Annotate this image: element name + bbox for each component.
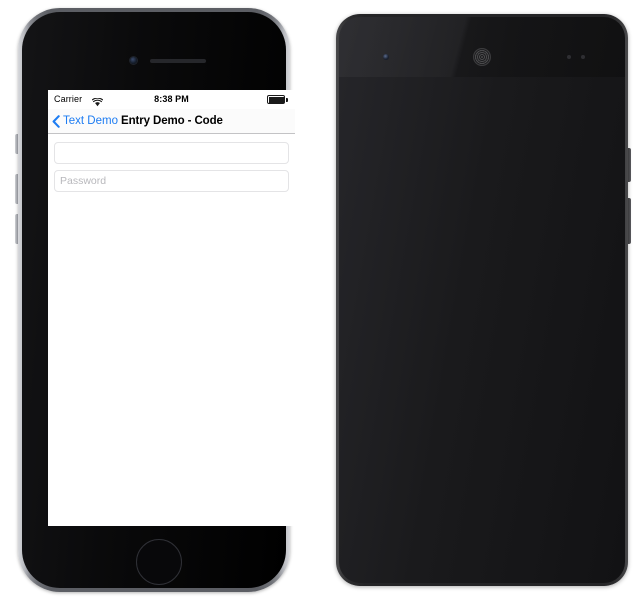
android-body — [339, 17, 625, 583]
home-button[interactable] — [136, 539, 182, 585]
android-device: 8:41 Entry Demo - Code Password — [336, 14, 631, 586]
ios-back-button[interactable]: Text Demo — [52, 109, 118, 133]
android-power-button[interactable] — [628, 148, 631, 182]
ios-content-area: Password — [48, 134, 295, 526]
ios-back-label: Text Demo — [63, 115, 118, 127]
ios-clock: 8:38 PM — [154, 94, 189, 104]
earpiece-speaker-icon — [150, 59, 206, 63]
ios-entry-field-1[interactable] — [54, 142, 289, 164]
front-camera-icon — [383, 54, 389, 60]
iphone-volume-up-button[interactable] — [15, 174, 18, 204]
battery-full-icon — [267, 95, 289, 104]
ios-screen: Carrier 8:38 PM Text Demo Entry Demo - C… — [48, 90, 295, 526]
ios-navigation-bar: Text Demo Entry Demo - Code — [48, 109, 295, 134]
android-volume-button[interactable] — [628, 198, 631, 244]
page-title: Entry Demo - Code — [121, 115, 223, 127]
iphone-device: Carrier 8:38 PM Text Demo Entry Demo - C… — [15, 8, 295, 592]
chevron-left-icon — [52, 114, 60, 128]
front-camera-icon — [130, 57, 137, 64]
iphone-silent-switch[interactable] — [15, 134, 18, 154]
ios-password-placeholder: Password — [60, 175, 107, 187]
earpiece-speaker-icon — [473, 48, 491, 66]
ios-status-bar: Carrier 8:38 PM — [48, 90, 295, 109]
ios-password-entry-field[interactable]: Password — [54, 170, 289, 192]
light-sensor-icon — [581, 55, 585, 59]
iphone-volume-down-button[interactable] — [15, 214, 18, 244]
android-glass-reflection — [339, 17, 625, 77]
proximity-sensor-icon — [567, 55, 571, 59]
